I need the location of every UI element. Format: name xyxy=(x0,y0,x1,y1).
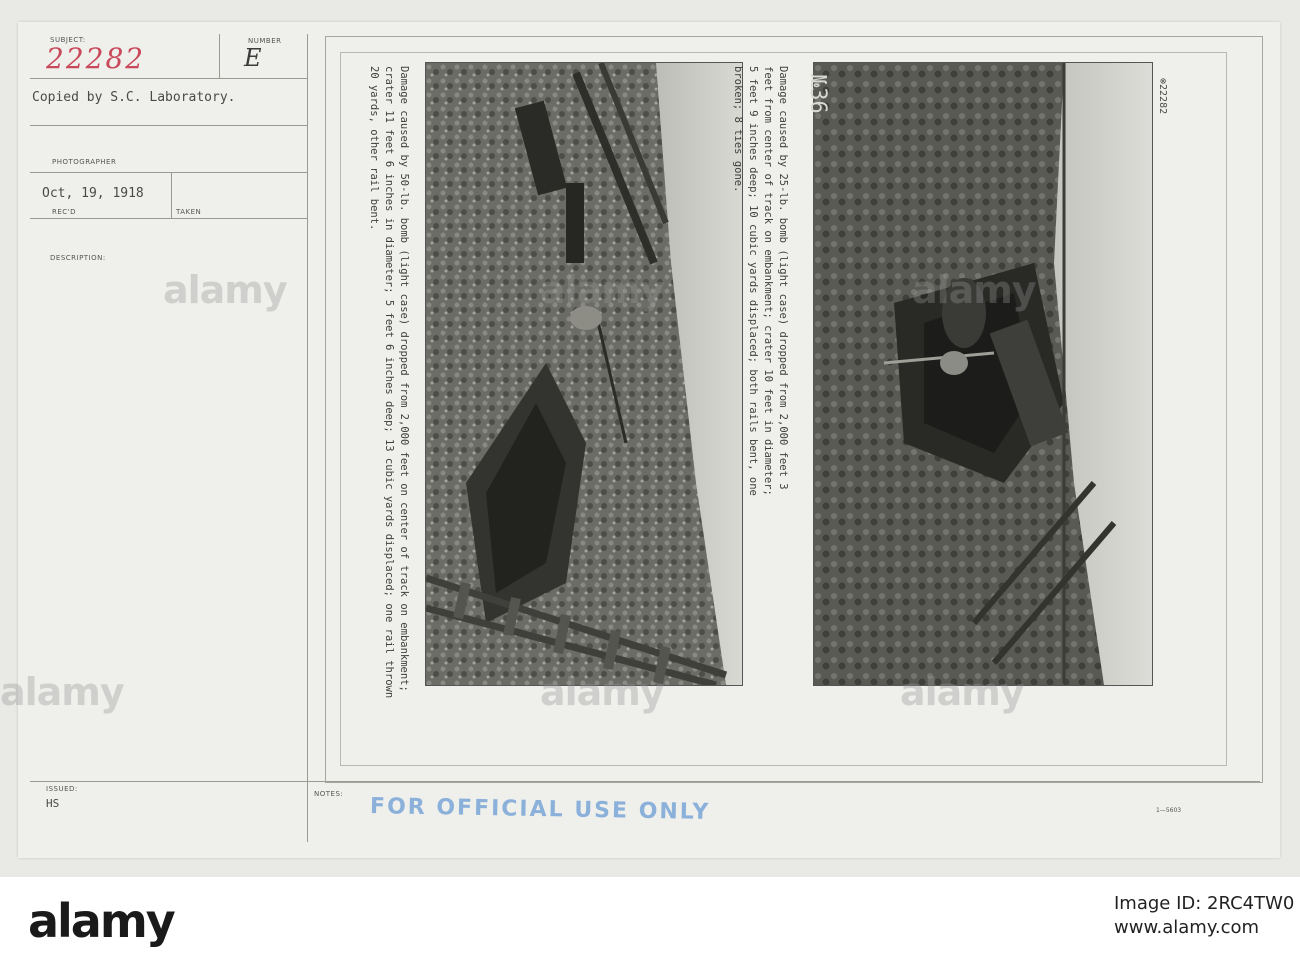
watermark-mid-right: alamy xyxy=(900,670,1025,714)
crater-photo-25lb-image xyxy=(814,63,1152,685)
watermark-mid-center: alamy xyxy=(540,670,665,714)
plate-number: №36 xyxy=(805,74,830,114)
description-label: DESCRIPTION: xyxy=(50,254,106,262)
copied-by-text: Copied by S.C. Laboratory. xyxy=(32,90,236,105)
form-rule-photographer xyxy=(30,172,308,173)
taken-label: TAKEN xyxy=(176,208,202,216)
form-divider-vertical xyxy=(307,34,308,842)
caption-50lb-bomb: Damage caused by 50-lb. bomb (light case… xyxy=(368,66,410,699)
crater-photo-50lb xyxy=(425,62,743,686)
photographer-label: PHOTOGRAPHER xyxy=(52,158,117,166)
recd-label: REC'D xyxy=(52,208,76,216)
archival-record-card: SUBJECT: NUMBER 22282 E Copied by S.C. L… xyxy=(18,22,1280,858)
issued-value: HS xyxy=(46,797,60,810)
watermark-top-center: alamy xyxy=(540,268,665,312)
form-divider-number xyxy=(219,34,220,78)
form-rule-copied xyxy=(30,125,308,126)
footer-url[interactable]: www.alamy.com xyxy=(1114,917,1259,938)
crater-photo-25lb xyxy=(813,62,1153,686)
image-id: Image ID: 2RC4TW0 xyxy=(1114,893,1295,914)
form-divider-taken xyxy=(171,172,172,218)
crater-photo-50lb-image xyxy=(426,63,742,685)
alamy-logo[interactable]: alamy xyxy=(28,894,176,948)
photo-serial: ⊗22282 xyxy=(1157,78,1168,115)
caption-25lb-bomb: Damage caused by 25-lb. bomb (light case… xyxy=(732,66,789,496)
watermark-top-left: alamy xyxy=(163,268,288,312)
footer-bar: alamy Image ID: 2RC4TW0 www.alamy.com xyxy=(0,877,1300,967)
notes-label: NOTES: xyxy=(314,790,344,798)
date-value: Oct, 19, 1918 xyxy=(42,186,144,201)
form-rule-date xyxy=(30,218,308,219)
watermark-mid-left: alamy xyxy=(0,670,125,714)
watermark-top-right: alamy xyxy=(912,268,1037,312)
form-rule-subject xyxy=(30,78,308,79)
official-use-stamp: FOR OFFICIAL USE ONLY xyxy=(369,794,711,825)
number-letter: E xyxy=(244,44,262,72)
issued-label: ISSUED: xyxy=(46,785,78,793)
form-number: 1—5603 xyxy=(1156,807,1182,814)
subject-number: 22282 xyxy=(46,42,146,75)
